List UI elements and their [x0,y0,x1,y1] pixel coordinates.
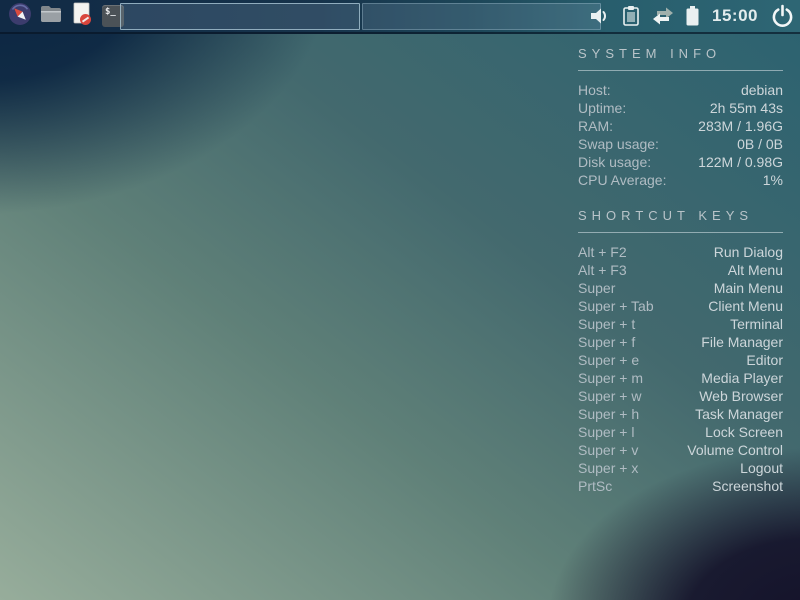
shortcut-keys: Super + e [578,351,639,369]
text-editor-page-icon [71,2,93,31]
power-button[interactable] [770,4,795,29]
taskbar-desktop-1[interactable] [120,3,360,30]
info-label: Swap usage: [578,135,659,153]
shortcut-row: Super + Tab Client Menu [578,297,783,315]
info-row: Swap usage: 0B / 0B [578,135,783,153]
section-divider [578,232,783,233]
shortcut-keys: Super [578,279,615,297]
shortcut-row: Super + f File Manager [578,333,783,351]
info-label: Disk usage: [578,153,651,171]
network-arrows-icon[interactable] [651,5,675,27]
info-label: RAM: [578,117,613,135]
shortcut-row: Super + w Web Browser [578,387,783,405]
clock[interactable]: 15:00 [710,6,760,26]
info-row: Uptime: 2h 55m 43s [578,99,783,117]
shortcut-keys: Super + t [578,315,635,333]
shortcut-keys: Alt + F3 [578,261,627,279]
conky-system-info: SYSTEM INFO Host: debian Uptime: 2h 55m … [578,46,783,189]
info-value: 122M / 0.98G [698,153,783,171]
shortcut-action: Alt Menu [728,261,783,279]
volume-icon[interactable] [589,6,611,26]
taskbar-desktop-2[interactable] [362,3,601,30]
shortcut-keys: Super + Tab [578,297,654,315]
shortcut-action: Screenshot [712,477,783,495]
launcher-bar: $_ [8,0,125,32]
shortcut-action: Run Dialog [714,243,783,261]
info-value: 283M / 1.96G [698,117,783,135]
shortcut-action: Lock Screen [705,423,783,441]
text-editor-launcher-button[interactable] [70,3,94,29]
info-value: debian [741,81,783,99]
shortcut-action: Client Menu [708,297,783,315]
shortcut-row: Super Main Menu [578,279,783,297]
shortcut-row: PrtSc Screenshot [578,477,783,495]
shortcut-keys: Super + l [578,423,634,441]
info-row: Host: debian [578,81,783,99]
shortcut-row: Super + m Media Player [578,369,783,387]
shortcut-keys: Super + v [578,441,638,459]
file-manager-launcher-button[interactable] [39,3,63,29]
shortcut-action: Main Menu [714,279,783,297]
shortcut-keys: Alt + F2 [578,243,627,261]
shortcut-keys: Super + w [578,387,641,405]
shortcut-keys-title: SHORTCUT KEYS [578,208,783,223]
info-value: 2h 55m 43s [710,99,783,117]
folder-icon [40,4,62,29]
system-info-title: SYSTEM INFO [578,46,783,61]
shortcut-row: Alt + F2 Run Dialog [578,243,783,261]
shortcut-action: Logout [740,459,783,477]
shortcut-row: Alt + F3 Alt Menu [578,261,783,279]
shortcut-keys: Super + f [578,333,635,351]
browser-compass-icon [9,3,31,30]
shortcut-action: Web Browser [699,387,783,405]
shortcut-row: Super + h Task Manager [578,405,783,423]
shortcut-action: Terminal [730,315,783,333]
info-row: Disk usage: 122M / 0.98G [578,153,783,171]
battery-icon[interactable] [685,5,700,27]
top-panel: $_ [0,0,800,34]
browser-launcher-button[interactable] [8,3,32,29]
conky-shortcut-keys: SHORTCUT KEYS Alt + F2 Run Dialog Alt + … [578,208,783,495]
section-divider [578,70,783,71]
shortcut-action: Volume Control [687,441,783,459]
info-value: 1% [763,171,783,189]
shortcut-keys: PrtSc [578,477,612,495]
shortcut-keys: Super + h [578,405,639,423]
info-label: Uptime: [578,99,626,117]
shortcut-row: Super + e Editor [578,351,783,369]
info-value: 0B / 0B [737,135,783,153]
shortcut-keys: Super + x [578,459,638,477]
shortcut-keys: Super + m [578,369,643,387]
info-label: CPU Average: [578,171,666,189]
shortcut-action: Editor [746,351,783,369]
shortcut-row: Super + x Logout [578,459,783,477]
info-row: RAM: 283M / 1.96G [578,117,783,135]
shortcut-action: Task Manager [695,405,783,423]
info-row: CPU Average: 1% [578,171,783,189]
shortcut-action: File Manager [701,333,783,351]
clipboard-icon[interactable] [621,5,641,27]
shortcut-row: Super + v Volume Control [578,441,783,459]
shortcut-action: Media Player [701,369,783,387]
shortcut-row: Super + t Terminal [578,315,783,333]
system-tray: 15:00 [589,0,795,32]
info-label: Host: [578,81,611,99]
shortcut-row: Super + l Lock Screen [578,423,783,441]
